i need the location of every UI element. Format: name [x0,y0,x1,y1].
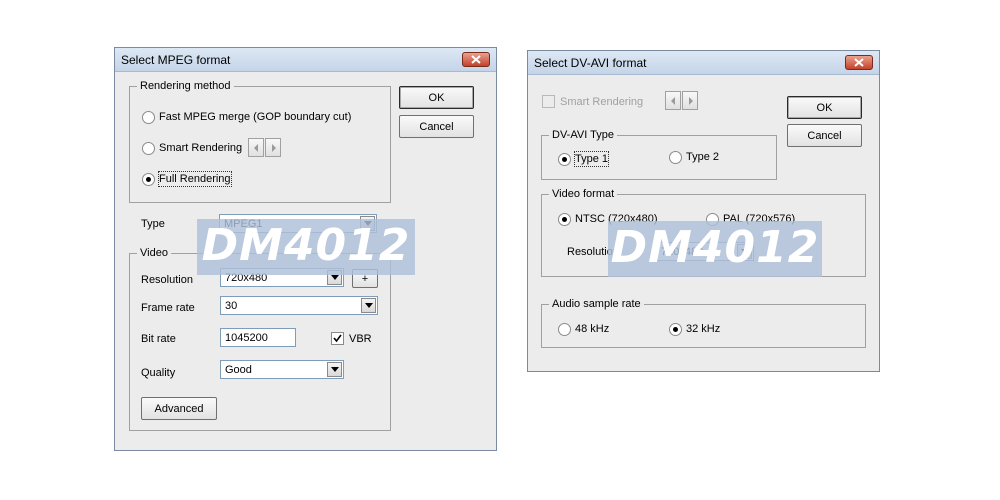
advanced-button[interactable]: Advanced [141,397,217,420]
48khz-radio[interactable] [558,323,571,336]
audio-sample-rate-label: Audio sample rate [549,297,644,311]
mpeg-close-button[interactable] [462,52,490,67]
pal-radio[interactable] [706,213,719,226]
rendering-method-label: Rendering method [137,79,234,93]
frame-rate-dropdown-button[interactable] [361,298,376,313]
dvavi-dialog-title: Select DV-AVI format [534,56,647,70]
checkmark-icon [333,334,342,343]
resolution-add-button[interactable]: + [352,269,378,288]
ntsc-radio[interactable] [558,213,571,226]
audio-sample-rate-group: Audio sample rate 48 kHz 32 kHz [541,297,866,348]
chevron-down-icon [330,275,339,280]
32khz-radio[interactable] [669,323,682,336]
vbr-label[interactable]: VBR [349,332,372,346]
smart-rendering-prev-button[interactable] [248,138,264,157]
type2-radio[interactable] [669,151,682,164]
dv-resolution-label: Resolution [567,246,619,258]
type-label: Type [141,218,165,230]
type-select[interactable]: MPEG1 [219,214,377,233]
chevron-down-icon [330,367,339,372]
resolution-dropdown-button[interactable] [327,270,342,285]
quality-select[interactable]: Good [220,360,344,379]
chevron-down-icon [740,249,749,254]
full-rendering-label[interactable]: Full Rendering [158,171,232,187]
mpeg-dialog-title: Select MPEG format [121,53,231,67]
arrow-left-icon [253,143,258,152]
quality-label: Quality [141,367,176,379]
dvavi-ok-button[interactable]: OK [787,96,862,119]
type1-radio[interactable] [558,153,571,166]
mpeg-format-dialog: Select MPEG format OK Cancel Rendering m… [114,47,497,451]
full-rendering-radio[interactable] [142,173,155,186]
vbr-checkbox[interactable] [331,332,344,345]
arrow-right-icon [688,96,693,105]
video-group-label: Video [137,246,171,260]
frame-rate-select[interactable]: 30 [220,296,378,315]
bit-rate-label: Bit rate [141,333,176,345]
smart-rendering-next-button[interactable] [265,138,281,157]
pal-label[interactable]: PAL (720x576) [723,212,795,226]
frame-rate-label: Frame rate [141,302,195,314]
dv-smart-rendering-prev-button[interactable] [665,91,681,110]
close-icon [854,58,864,67]
dvavi-type-label: DV-AVI Type [549,128,617,142]
video-format-label: Video format [549,187,618,201]
dvavi-cancel-button[interactable]: Cancel [787,124,862,147]
dvavi-format-dialog: Select DV-AVI format Smart Rendering OK … [527,50,880,372]
bit-rate-value: 1045200 [225,332,268,344]
arrow-right-icon [271,143,276,152]
dv-resolution-select[interactable]: 720x480 [656,242,754,261]
mpeg-dialog-titlebar[interactable]: Select MPEG format [115,48,496,72]
dv-resolution-value: 720x480 [661,246,704,258]
48khz-label[interactable]: 48 kHz [575,322,609,336]
dv-smart-rendering-checkbox[interactable] [542,95,555,108]
resolution-value: 720x480 [225,272,268,284]
smart-rendering-label[interactable]: Smart Rendering [159,141,242,155]
fast-mpeg-merge-radio[interactable] [142,111,155,124]
rendering-method-group: Rendering method Fast MPEG merge (GOP bo… [129,79,391,203]
type2-label[interactable]: Type 2 [686,150,719,164]
bit-rate-input[interactable]: 1045200 [220,328,296,347]
smart-rendering-radio[interactable] [142,142,155,155]
video-format-group: Video format NTSC (720x480) PAL (720x576… [541,187,866,277]
arrow-left-icon [670,96,675,105]
fast-mpeg-merge-label[interactable]: Fast MPEG merge (GOP boundary cut) [159,110,351,124]
32khz-label[interactable]: 32 kHz [686,322,720,336]
resolution-select[interactable]: 720x480 [220,268,344,287]
ntsc-label[interactable]: NTSC (720x480) [575,212,658,226]
type-dropdown-button[interactable] [360,216,375,231]
close-icon [471,55,481,64]
frame-rate-value: 30 [225,300,238,312]
dv-smart-rendering-next-button[interactable] [682,91,698,110]
dvavi-dialog-titlebar[interactable]: Select DV-AVI format [528,51,879,75]
mpeg-ok-button[interactable]: OK [399,86,474,109]
dv-smart-rendering-label[interactable]: Smart Rendering [560,95,643,109]
mpeg-cancel-button[interactable]: Cancel [399,115,474,138]
dvavi-type-group: DV-AVI Type Type 1 Type 2 [541,128,777,180]
dvavi-close-button[interactable] [845,55,873,70]
type1-label[interactable]: Type 1 [573,151,610,167]
quality-dropdown-button[interactable] [327,362,342,377]
resolution-label: Resolution [141,274,193,286]
type-value: MPEG1 [224,218,263,230]
dv-resolution-dropdown-button[interactable] [737,244,752,259]
video-group: Video Resolution 720x480 + Frame rate 30… [129,246,391,431]
chevron-down-icon [363,221,372,226]
quality-value: Good [225,364,252,376]
chevron-down-icon [364,303,373,308]
